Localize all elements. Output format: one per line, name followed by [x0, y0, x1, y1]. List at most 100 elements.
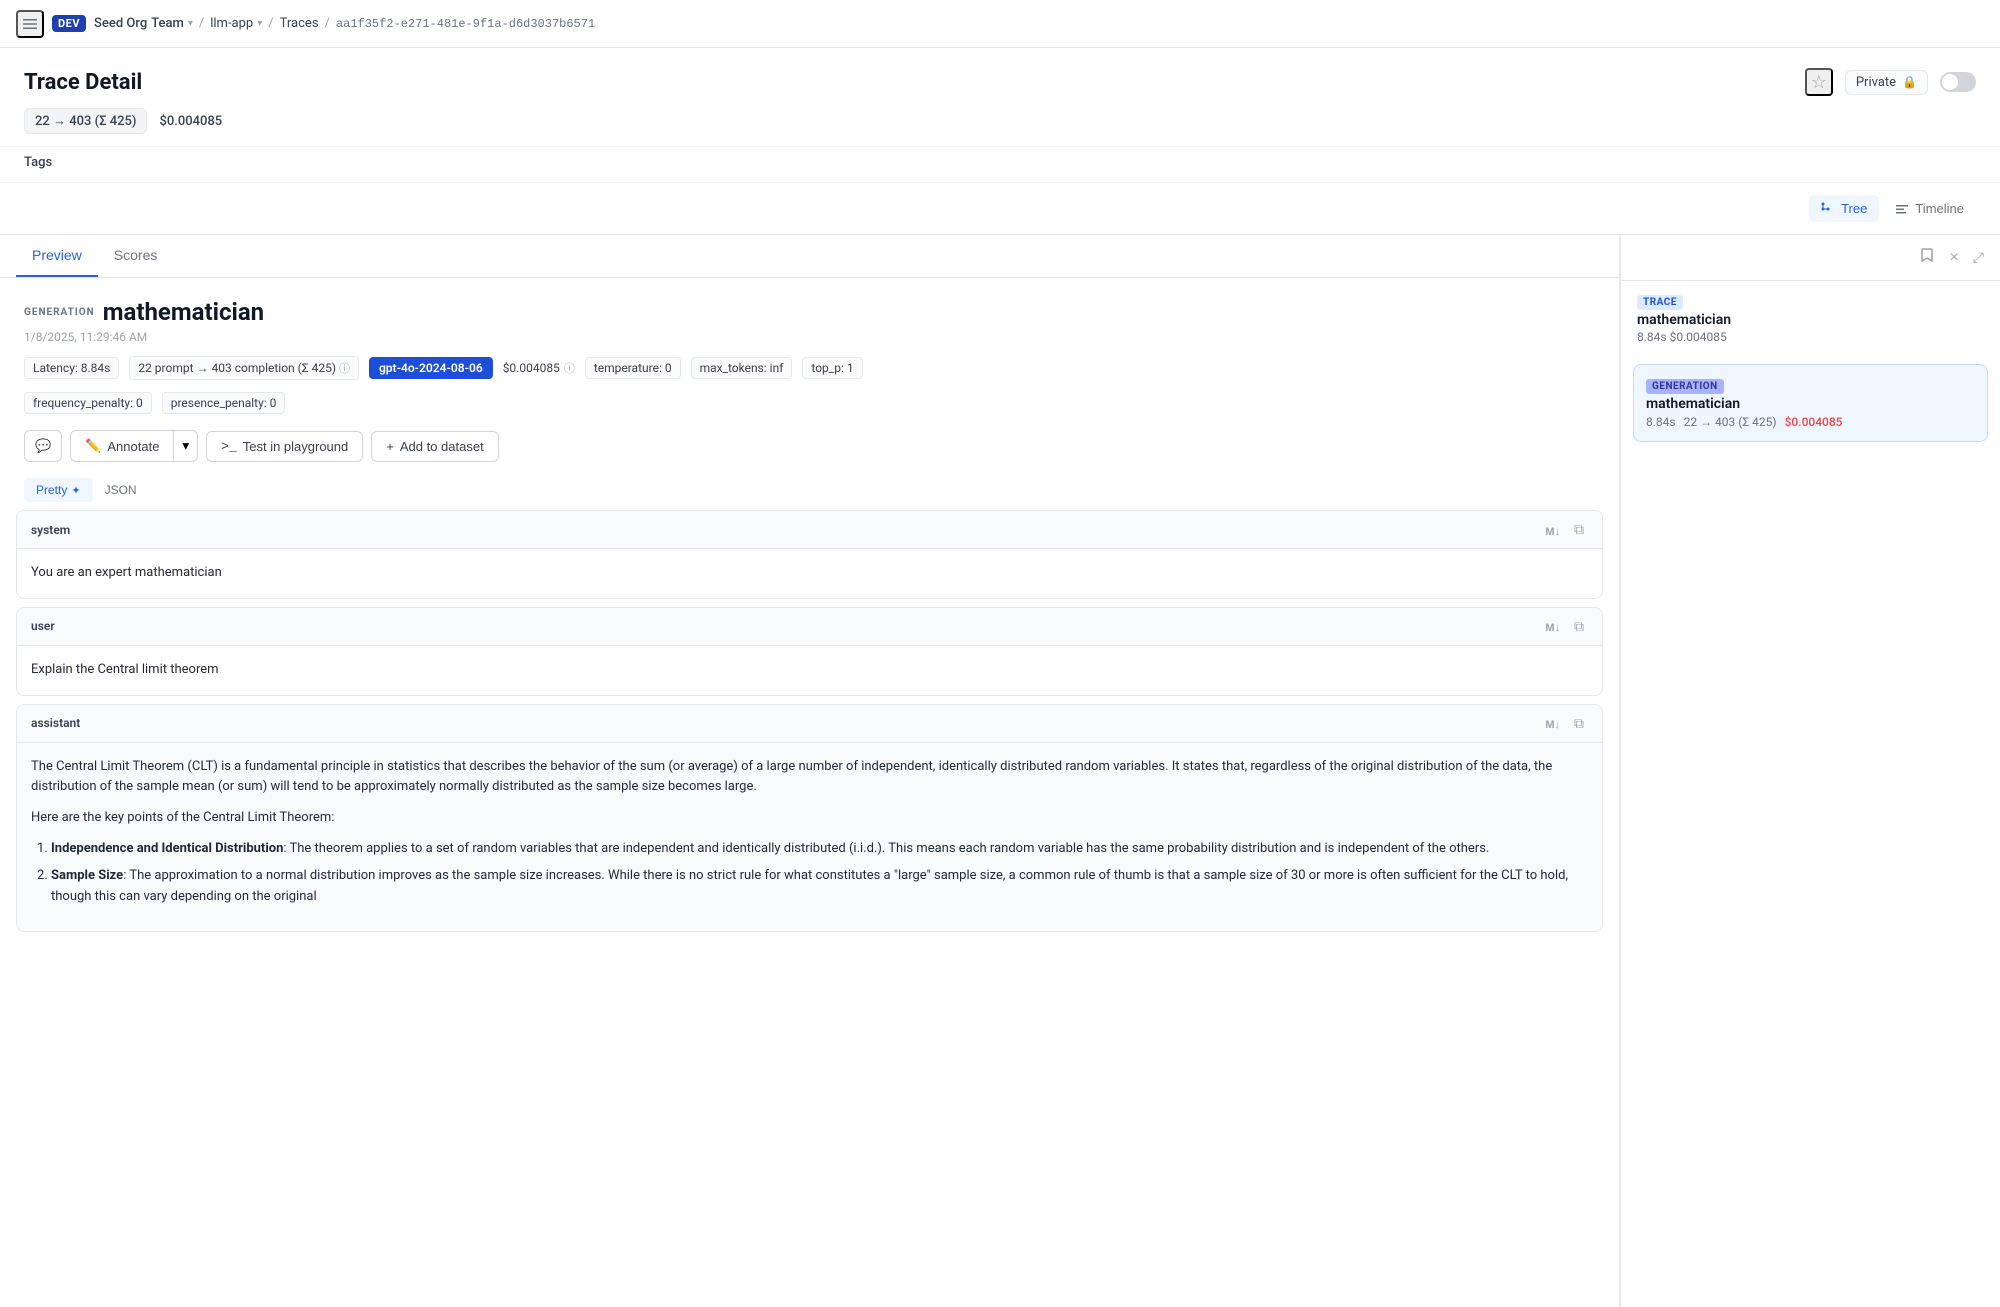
- message-actions-user: M↓ ⧉: [1541, 616, 1588, 637]
- annotate-dropdown: ✏️ Annotate ▾: [70, 430, 198, 462]
- presence-penalty-chip: presence_penalty: 0: [162, 392, 286, 414]
- annotate-button[interactable]: ✏️ Annotate: [70, 430, 173, 462]
- latency-chip: Latency: 8.84s: [24, 357, 119, 379]
- message-body-assistant: The Central Limit Theorem (CLT) is a fun…: [17, 743, 1602, 932]
- gen-cost: $0.004085: [1785, 415, 1843, 429]
- env-badge: DEV: [52, 15, 86, 32]
- assistant-list-item-2: Sample Size: The approximation to a norm…: [51, 866, 1588, 908]
- annotate-dropdown-button[interactable]: ▾: [173, 430, 198, 462]
- message-role-system: system: [31, 523, 70, 537]
- add-dataset-button[interactable]: + Add to dataset: [371, 431, 498, 462]
- private-toggle[interactable]: [1940, 72, 1976, 92]
- tree-view-button[interactable]: Tree: [1809, 195, 1879, 222]
- generation-name: mathematician: [103, 298, 264, 326]
- add-icon: +: [386, 439, 394, 454]
- copy-icon: ⧉: [1574, 521, 1584, 537]
- message-header-system: system M↓ ⧉: [17, 511, 1602, 549]
- message-block-system: system M↓ ⧉ You are an expert mathematic…: [16, 510, 1603, 599]
- right-panel-header: × ⤢: [1621, 235, 2000, 281]
- generation-tree-item[interactable]: GENERATION mathematician 8.84s 22 → 403 …: [1633, 364, 1988, 442]
- generation-label: GENERATION: [24, 307, 95, 318]
- breadcrumb-sep-3: /: [325, 16, 330, 31]
- annotate-label: Annotate: [107, 439, 159, 454]
- private-label: Private: [1856, 75, 1896, 90]
- format-tab-pretty[interactable]: Pretty ✦: [24, 478, 93, 502]
- system-markdown-btn[interactable]: M↓: [1541, 519, 1564, 540]
- star-button[interactable]: ☆: [1805, 68, 1833, 96]
- preview-tabs: Preview Scores: [0, 235, 1619, 278]
- copy-icon-user: ⧉: [1574, 618, 1584, 634]
- assistant-list: Independence and Identical Distribution:…: [31, 839, 1588, 907]
- markdown-icon-assistant: M↓: [1545, 719, 1560, 731]
- breadcrumb: Seed Org Team ▾ / llm-app ▾ / Traces / a…: [94, 16, 595, 31]
- message-role-assistant: assistant: [31, 716, 80, 730]
- user-copy-btn[interactable]: ⧉: [1570, 616, 1588, 637]
- traces-link[interactable]: Traces: [280, 16, 319, 31]
- markdown-icon-user: M↓: [1545, 622, 1560, 634]
- message-role-user: user: [31, 619, 55, 633]
- pretty-label: Pretty: [36, 483, 67, 497]
- page-header-right: ☆ Private 🔒: [1805, 68, 1976, 96]
- view-toggle-row: Tree Timeline: [0, 183, 2000, 235]
- trace-name: mathematician: [1637, 312, 1984, 328]
- sparkle-icon: ✦: [71, 484, 80, 497]
- test-playground-button[interactable]: >_ Test in playground: [206, 431, 363, 462]
- tags-label: Tags: [24, 155, 52, 170]
- token-badge: 22 → 403 (Σ 425): [24, 108, 147, 134]
- sidebar-toggle[interactable]: [16, 10, 44, 38]
- user-markdown-btn[interactable]: M↓: [1541, 616, 1564, 637]
- tree-view-label: Tree: [1841, 201, 1867, 216]
- assistant-para-2: Here are the key points of the Central L…: [31, 808, 1588, 829]
- generation-item-name: mathematician: [1646, 396, 1975, 412]
- message-actions-system: M↓ ⧉: [1541, 519, 1588, 540]
- assistant-markdown-btn[interactable]: M↓: [1541, 713, 1564, 734]
- bookmark-btn[interactable]: [1915, 243, 1939, 272]
- main-layout: Preview Scores GENERATION mathematician …: [0, 235, 2000, 1307]
- generation-type-label: GENERATION mathematician: [24, 298, 1595, 326]
- expand-icon: ⤢: [1973, 249, 1984, 265]
- comment-button[interactable]: 💬: [24, 430, 62, 462]
- temperature-chip: temperature: 0: [585, 357, 681, 379]
- timeline-view-label: Timeline: [1915, 201, 1964, 216]
- cost-badge: $0.004085: [159, 114, 222, 129]
- close-btn[interactable]: ×: [1945, 245, 1962, 271]
- frequency-penalty-chip: frequency_penalty: 0: [24, 392, 152, 414]
- team-dropdown-arrow[interactable]: ▾: [188, 18, 193, 29]
- timeline-view-button[interactable]: Timeline: [1883, 195, 1976, 222]
- tab-scores[interactable]: Scores: [98, 235, 174, 277]
- system-copy-btn[interactable]: ⧉: [1570, 519, 1588, 540]
- page-header: Trace Detail ☆ Private 🔒: [0, 48, 2000, 96]
- action-row: 💬 ✏️ Annotate ▾ >_ Test in playground + …: [0, 430, 1619, 478]
- trace-item: TRACE mathematician 8.84s $0.004085: [1621, 281, 2000, 356]
- generation-header: GENERATION mathematician 1/8/2025, 11:29…: [0, 278, 1619, 356]
- terminal-icon: >_: [221, 439, 237, 454]
- params-row: frequency_penalty: 0 presence_penalty: 0: [0, 392, 1619, 430]
- assistant-copy-btn[interactable]: ⧉: [1570, 713, 1588, 734]
- view-toggle: Tree Timeline: [1809, 195, 1976, 222]
- org-team[interactable]: Seed Org Team ▾: [94, 16, 193, 31]
- tokens-info-icon[interactable]: ⓘ: [339, 362, 350, 375]
- annotate-chevron-icon: ▾: [182, 438, 189, 453]
- close-icon: ×: [1949, 249, 1958, 266]
- comment-icon: 💬: [35, 438, 51, 454]
- max-tokens-chip: max_tokens: inf: [691, 357, 793, 379]
- gen-tokens: 22 → 403 (Σ 425): [1684, 415, 1777, 429]
- right-panel: × ⤢ TRACE mathematician 8.84s $0.004085 …: [1620, 235, 2000, 1307]
- message-actions-assistant: M↓ ⧉: [1541, 713, 1588, 734]
- copy-icon-assistant: ⧉: [1574, 715, 1584, 731]
- assistant-list-item-1: Independence and Identical Distribution:…: [51, 839, 1588, 860]
- cost-info-icon[interactable]: ⓘ: [564, 360, 575, 376]
- message-body-user: Explain the Central limit theorem: [17, 646, 1602, 695]
- format-tab-json[interactable]: JSON: [93, 478, 149, 502]
- message-header-user: user M↓ ⧉: [17, 608, 1602, 646]
- test-playground-label: Test in playground: [243, 439, 349, 454]
- private-badge: Private 🔒: [1845, 70, 1928, 95]
- app-link[interactable]: llm-app ▾: [210, 16, 262, 31]
- annotate-icon: ✏️: [85, 438, 101, 454]
- app-dropdown-arrow[interactable]: ▾: [257, 18, 262, 29]
- add-dataset-label: Add to dataset: [400, 439, 484, 454]
- breadcrumb-sep-1: /: [199, 16, 204, 31]
- lock-icon: 🔒: [1902, 75, 1917, 89]
- expand-btn[interactable]: ⤢: [1969, 245, 1988, 271]
- tab-preview[interactable]: Preview: [16, 235, 98, 277]
